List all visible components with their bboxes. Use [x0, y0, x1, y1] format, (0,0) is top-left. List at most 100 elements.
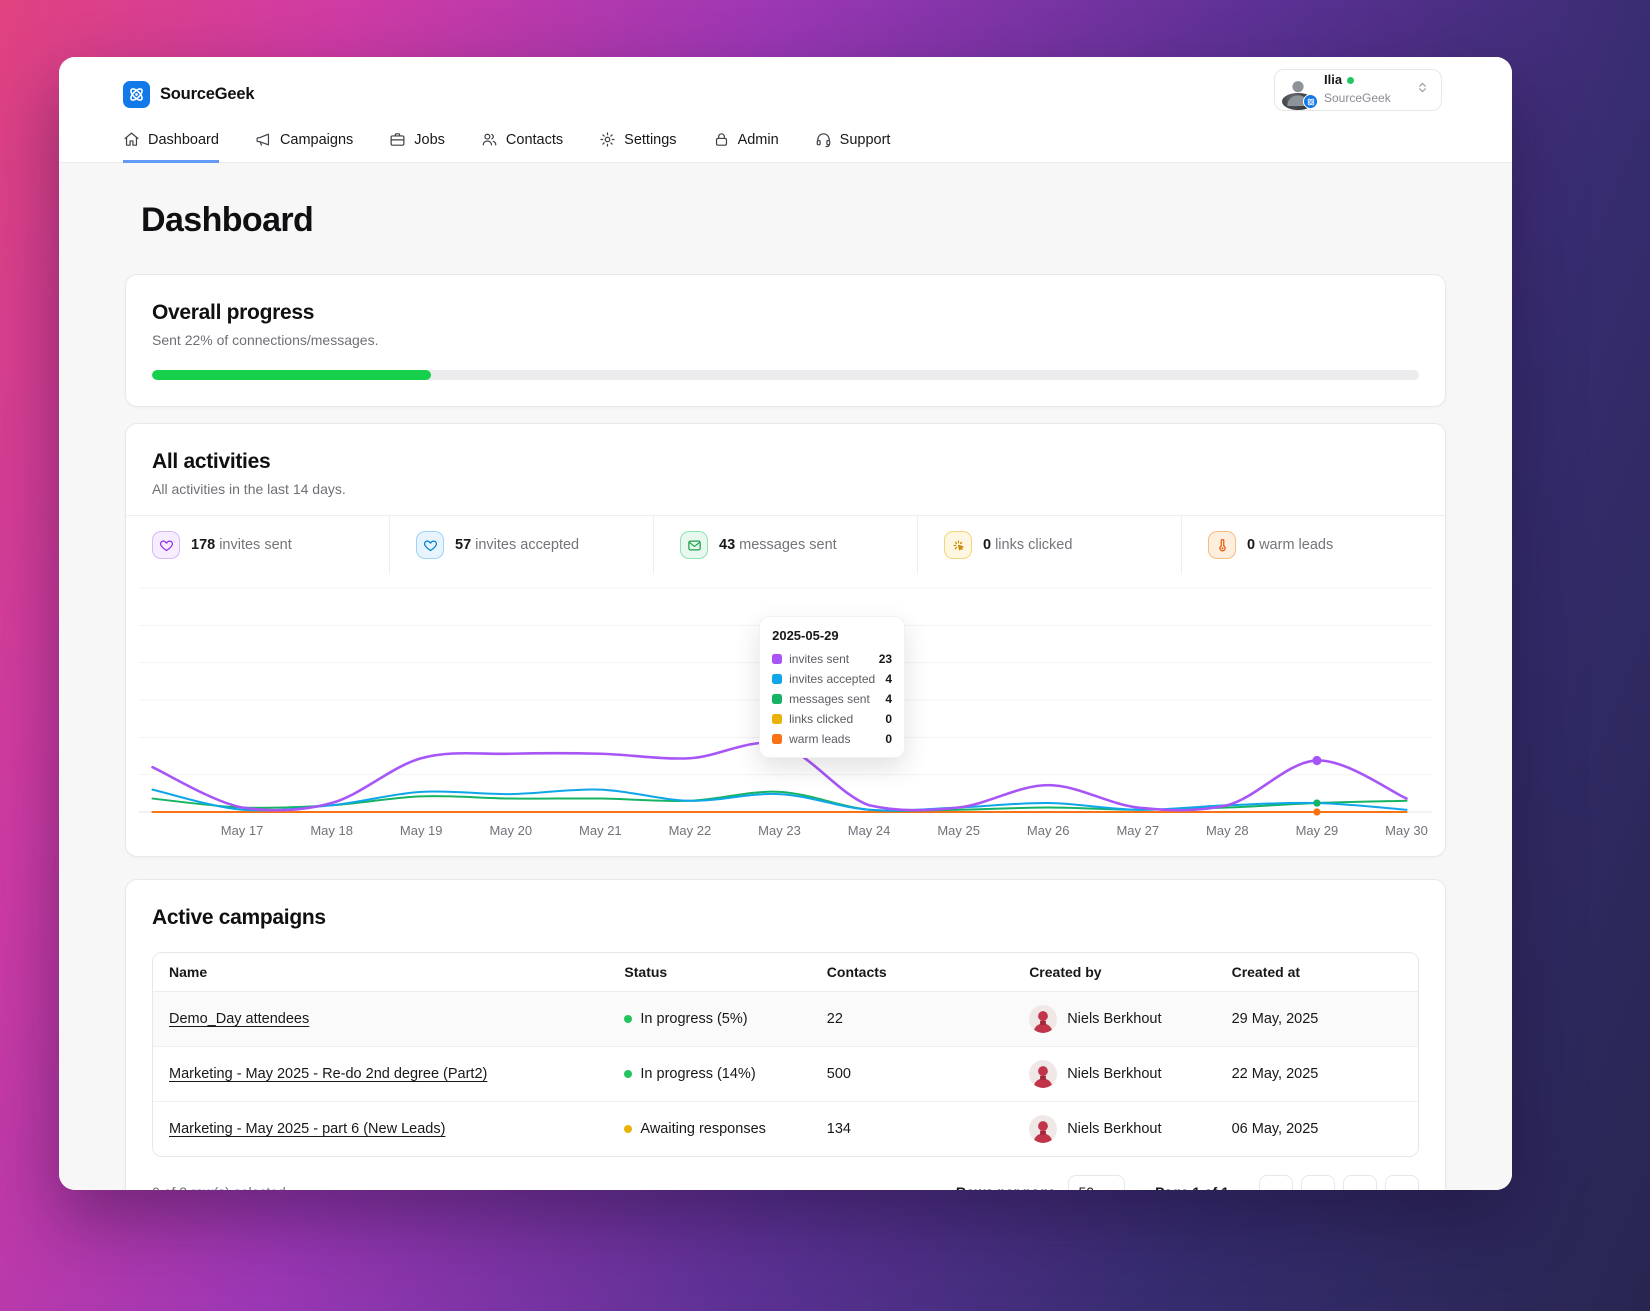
table-row[interactable]: Demo_Day attendees In progress (5%) 22 N… [153, 991, 1418, 1047]
nav-item-admin[interactable]: Admin [713, 119, 779, 163]
chart-tooltip: 2025-05-29 invites sent 23 invites accep… [759, 616, 906, 758]
stat-value: 57 [455, 537, 472, 553]
stat-invites-sent: 178 invites sent [126, 516, 390, 574]
nav-label: Dashboard [148, 131, 219, 148]
campaign-link[interactable]: Marketing - May 2025 - Re-do 2nd degree … [169, 1066, 487, 1082]
stat-value: 178 [191, 537, 216, 553]
first-page-button[interactable]: « [1259, 1175, 1293, 1190]
tooltip-value: 4 [885, 692, 893, 706]
next-page-button[interactable]: › [1343, 1175, 1377, 1190]
status-dot [624, 1015, 633, 1023]
nav-label: Jobs [414, 131, 445, 148]
nav-item-dashboard[interactable]: Dashboard [123, 119, 219, 163]
x-axis-label: May 20 [489, 823, 532, 838]
envelope-icon [680, 531, 708, 559]
x-axis-label: May 28 [1206, 823, 1249, 838]
table-footer: 0 of 3 row(s) selected Rows per page 50 … [152, 1175, 1419, 1190]
x-axis-label: May 29 [1296, 823, 1339, 838]
stat-value: 0 [1247, 537, 1256, 553]
all-activities-subtitle: All activities in the last 14 days. [152, 481, 346, 497]
nav-item-campaigns[interactable]: Campaigns [255, 119, 353, 163]
contacts-count: 22 [810, 991, 1014, 1047]
tooltip-label: messages sent [789, 692, 870, 706]
x-axis-label: May 19 [400, 823, 443, 838]
creator-name: Niels Berkhout [1067, 1011, 1162, 1027]
stat-label: messages sent [739, 537, 837, 553]
online-status-dot [1347, 76, 1355, 84]
x-axis-label: May 18 [310, 823, 353, 838]
page-title: Dashboard [141, 201, 314, 239]
gear-icon [600, 132, 615, 147]
column-header-created-at: Created at [1215, 953, 1418, 992]
nav-item-support[interactable]: Support [815, 119, 891, 163]
tooltip-row: invites sent 23 [772, 652, 892, 666]
creator-name: Niels Berkhout [1067, 1121, 1162, 1137]
nav-label: Support [839, 131, 891, 148]
series-swatch [772, 734, 783, 744]
tooltip-label: warm leads [789, 732, 851, 746]
user-name: Ilia [1324, 71, 1343, 87]
x-axis-label: May 24 [848, 823, 891, 838]
nav-item-contacts[interactable]: Contacts [481, 119, 563, 163]
activity-stats-row: 178 invites sent 57 invites accepted 43 mes… [126, 515, 1445, 574]
stat-label: invites accepted [475, 537, 580, 553]
progress-bar [152, 370, 1419, 380]
nav-label: Settings [624, 131, 677, 148]
tooltip-value: 0 [885, 712, 893, 726]
status-badge: In progress (5%) [640, 1011, 748, 1027]
campaign-link[interactable]: Marketing - May 2025 - part 6 (New Leads… [169, 1121, 445, 1137]
status-badge: In progress (14%) [640, 1066, 756, 1082]
tooltip-row: links clicked 0 [772, 712, 892, 726]
activity-chart[interactable]: May 17 May 18 May 19 May 20 May 21 May 22 May … [126, 574, 1445, 844]
stat-warm-leads: 0 warm leads [1182, 516, 1445, 574]
brand[interactable]: SourceGeek [123, 73, 1448, 115]
column-header-status: Status [608, 953, 811, 992]
user-org: SourceGeek [1324, 91, 1391, 106]
prev-page-button[interactable]: ‹ [1301, 1175, 1335, 1190]
creator-name: Niels Berkhout [1067, 1066, 1162, 1082]
hover-dot-messages-sent [1313, 799, 1321, 807]
last-page-button[interactable]: » [1385, 1175, 1419, 1190]
campaign-link[interactable]: Demo_Day attendees [169, 1011, 309, 1027]
heart-icon [152, 531, 180, 559]
app-window: SourceGeek Dashboard Campaigns Jobs Cont… [59, 57, 1512, 1190]
brand-name: SourceGeek [160, 84, 255, 103]
selected-rows-note: 0 of 3 row(s) selected [152, 1184, 286, 1190]
rows-per-page-select[interactable]: 50 [1067, 1175, 1126, 1190]
creator-avatar [1029, 1060, 1058, 1088]
x-axis-label: May 17 [221, 823, 264, 838]
top-header: SourceGeek Dashboard Campaigns Jobs Cont… [59, 57, 1512, 163]
tooltip-date: 2025-05-29 [772, 628, 839, 643]
briefcase-icon [390, 133, 405, 146]
nav-label: Contacts [505, 131, 564, 148]
table-row[interactable]: Marketing - May 2025 - part 6 (New Leads… [153, 1101, 1418, 1156]
rows-per-page-value: 50 [1079, 1184, 1095, 1190]
status-dot [624, 1125, 633, 1133]
stat-label: links clicked [995, 537, 1073, 553]
nav-item-settings[interactable]: Settings [599, 119, 677, 163]
tooltip-label: invites accepted [789, 672, 876, 686]
x-axis-label: May 27 [1116, 823, 1159, 838]
stat-label: warm leads [1259, 537, 1334, 553]
series-swatch [772, 654, 783, 664]
thermometer-icon [1208, 531, 1236, 559]
all-activities-card: All activities All activities in the las… [125, 423, 1446, 857]
nav-item-jobs[interactable]: Jobs [389, 119, 445, 163]
series-swatch [772, 674, 783, 684]
tooltip-value: 23 [878, 652, 893, 666]
home-icon [124, 132, 139, 146]
sourcegeek-badge-icon [1303, 94, 1318, 109]
tooltip-label: links clicked [789, 712, 854, 726]
table-header-row: Name Status Contacts Created by Created … [153, 953, 1418, 992]
select-chevrons-icon [1416, 81, 1429, 99]
x-axis-label: May 30 [1385, 823, 1428, 838]
users-icon [482, 133, 497, 146]
created-at: 22 May, 2025 [1215, 1046, 1418, 1102]
tooltip-row: invites accepted 4 [772, 672, 892, 686]
x-axis-label: May 25 [937, 823, 980, 838]
created-at: 06 May, 2025 [1215, 1101, 1418, 1156]
user-menu[interactable]: Ilia SourceGeek [1274, 69, 1442, 111]
campaigns-table: Name Status Contacts Created by Created … [152, 952, 1419, 1157]
table-row[interactable]: Marketing - May 2025 - Re-do 2nd degree … [153, 1046, 1418, 1102]
x-axis-label: May 21 [579, 823, 622, 838]
